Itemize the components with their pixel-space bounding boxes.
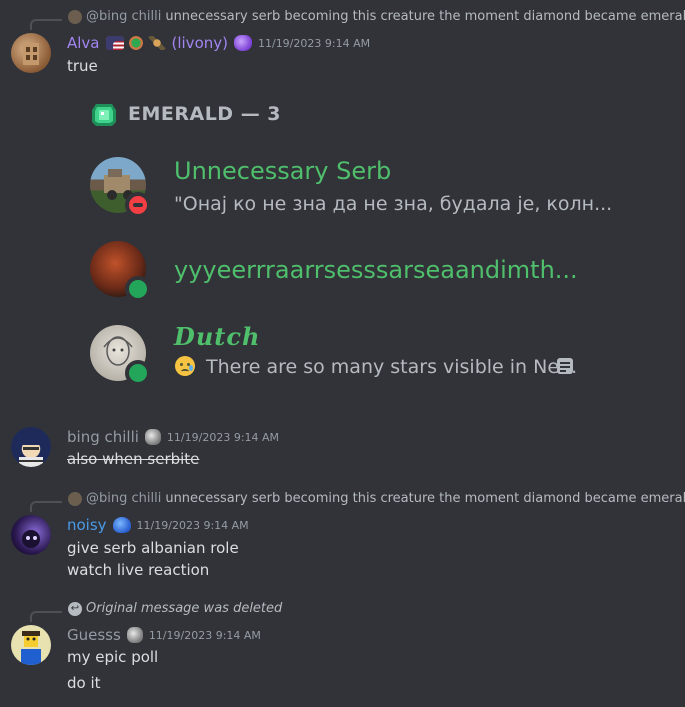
username-suffix: (livony) — [171, 34, 228, 52]
reply-arrow-icon: ↩ — [68, 601, 82, 616]
timestamp: 11/19/2023 9:14 AM — [257, 36, 371, 50]
username[interactable]: noisy — [67, 516, 107, 534]
message-text: true — [67, 57, 98, 75]
member-name[interactable]: Unnecessary Serb — [174, 157, 391, 185]
role-icon — [144, 429, 161, 445]
reply-mention[interactable]: @bing chilli — [86, 9, 161, 24]
message-text: also when serbite — [67, 450, 200, 468]
reply-text: unnecessary serb becoming this creature … — [165, 9, 685, 24]
frog-icon — [126, 36, 145, 50]
reply-preview: ↩ Original message was deleted — [68, 601, 282, 616]
role-icon — [126, 627, 143, 643]
avatar-image — [15, 433, 47, 467]
message-text: do it — [67, 674, 101, 692]
status-online-icon — [125, 360, 151, 386]
message-text: my epic poll — [67, 648, 159, 666]
reply-avatar — [68, 491, 82, 506]
reply-text: Original message was deleted — [86, 601, 283, 616]
timestamp: 11/19/2023 9:14 AM — [148, 628, 261, 642]
avatar[interactable] — [11, 427, 51, 467]
sad-face-icon — [175, 356, 195, 376]
member-status-text: "Онај ко не зна да не зна, будала је, ко… — [174, 193, 613, 215]
member-status-text: There are so many stars visible in Ne... — [206, 356, 578, 378]
username[interactable]: bing chilli — [67, 428, 139, 446]
avatar[interactable] — [11, 33, 51, 73]
username[interactable]: Alva — [67, 34, 100, 52]
plane-icon — [147, 36, 166, 50]
emerald-icon — [92, 104, 116, 126]
avatar-image — [23, 43, 39, 65]
message-text: watch live reaction — [67, 561, 210, 579]
note-icon — [557, 358, 573, 374]
role-title: EMERALD — 3 — [128, 103, 282, 125]
avatar[interactable] — [11, 625, 51, 665]
avatar[interactable] — [11, 515, 51, 555]
flag-icon — [105, 36, 124, 50]
role-header: EMERALD — 3 — [90, 100, 281, 128]
role-icon — [112, 517, 131, 533]
reply-mention[interactable]: @bing chilli — [86, 491, 161, 506]
reply-avatar — [68, 9, 82, 24]
timestamp: 11/19/2023 9:14 AM — [136, 518, 249, 532]
reply-text: unnecessary serb becoming this creature … — [165, 491, 685, 506]
avatar-image — [21, 631, 41, 665]
reply-preview[interactable]: @bing chilli unnecessary serb becoming t… — [68, 9, 685, 24]
member-name[interactable]: yyyeerrraarrsesssarseaandimth... — [174, 256, 578, 284]
message-text: give serb albanian role — [67, 539, 239, 557]
avatar-image — [22, 530, 40, 548]
role-icon — [233, 35, 252, 51]
status-online-icon — [125, 276, 151, 302]
username[interactable]: Guesss — [67, 626, 121, 644]
status-dnd-icon — [125, 192, 151, 218]
member-name[interactable]: Dutch — [174, 322, 260, 351]
reply-preview[interactable]: @bing chilli unnecessary serb becoming t… — [68, 491, 685, 506]
timestamp: 11/19/2023 9:14 AM — [166, 430, 280, 444]
flag-icons — [105, 36, 166, 50]
